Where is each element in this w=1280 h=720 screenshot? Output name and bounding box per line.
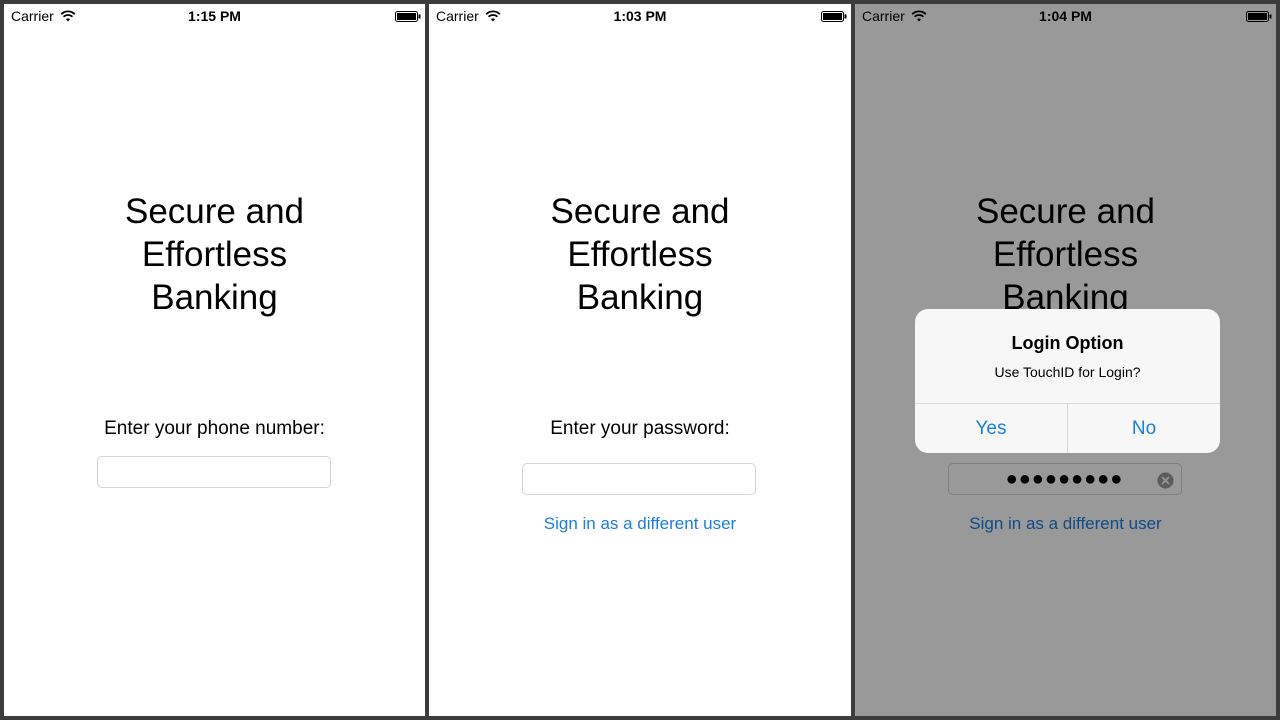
status-bar: Carrier 1:03 PM — [429, 4, 851, 26]
login-option-alert: Login Option Use TouchID for Login? Yes … — [915, 309, 1220, 453]
headline-line: Effortless — [141, 235, 288, 274]
phone-number-prompt: Enter your phone number: — [104, 418, 325, 439]
phone-screen-password: Carrier 1:03 PM Secure and Effortless Ba… — [429, 4, 851, 716]
sign-in-different-user-link[interactable]: Sign in as a different user — [429, 514, 851, 534]
password-field[interactable] — [522, 463, 756, 495]
headline-line: Secure and — [550, 192, 730, 231]
phone-screen-touchid-alert: Carrier 1:04 PM Secure and Effortless Ba… — [855, 4, 1276, 716]
alert-actions: Yes No — [915, 403, 1220, 453]
headline: Secure and Effortless Banking — [429, 190, 851, 319]
headline: Secure and Effortless Banking — [4, 190, 425, 319]
status-bar: Carrier 1:15 PM — [4, 4, 425, 26]
alert-no-button[interactable]: No — [1067, 404, 1220, 453]
headline-line: Banking — [151, 278, 278, 317]
status-time: 1:03 PM — [613, 8, 667, 24]
phone-screen-phone-number: Carrier 1:15 PM Secure and Effortless Ba… — [4, 4, 425, 716]
alert-message: Use TouchID for Login? — [994, 364, 1141, 380]
battery-icon — [395, 11, 421, 22]
phone-number-field[interactable] — [96, 456, 331, 488]
password-prompt: Enter your password: — [550, 418, 730, 439]
battery-icon — [821, 11, 847, 22]
status-time: 1:15 PM — [188, 8, 241, 24]
headline-line: Banking — [576, 278, 704, 317]
headline-line: Effortless — [567, 235, 713, 274]
headline-line: Secure and — [124, 192, 305, 231]
alert-title: Login Option — [1011, 333, 1124, 353]
alert-yes-button[interactable]: Yes — [915, 404, 1067, 453]
